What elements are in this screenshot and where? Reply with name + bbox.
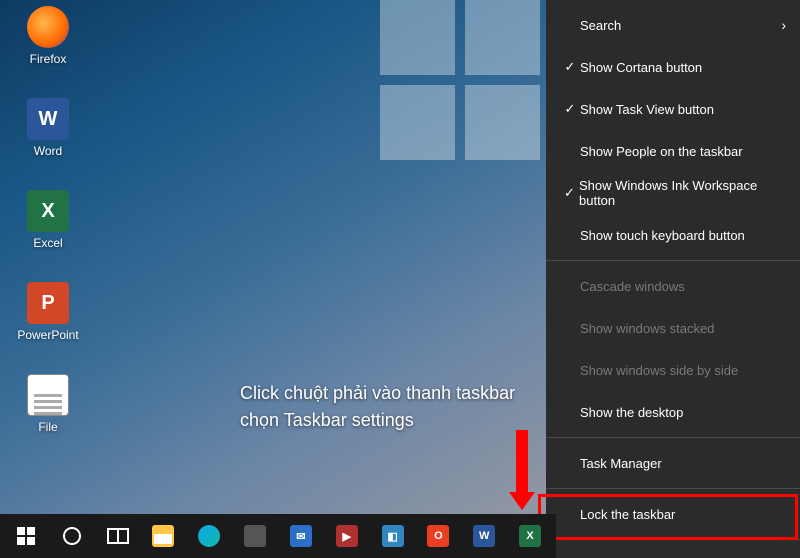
windows-icon xyxy=(14,524,38,548)
desktop-icon-label: File xyxy=(38,420,57,434)
taskbar-context-menu: Search › ✓ Show Cortana button ✓ Show Ta… xyxy=(546,0,800,558)
movies-icon: ▶ xyxy=(336,525,358,547)
instruction-text: Click chuột phải vào thanh taskbar chọn … xyxy=(240,380,515,434)
checkmark-icon: ✓ xyxy=(560,101,580,117)
menu-item-cortana[interactable]: ✓ Show Cortana button xyxy=(546,46,800,88)
desktop-icon-firefox[interactable]: Firefox xyxy=(14,6,82,66)
checkmark-icon: ✓ xyxy=(560,185,579,201)
desktop-icon-label: PowerPoint xyxy=(17,328,78,342)
checkmark-icon: ✓ xyxy=(560,59,580,75)
word-icon: W xyxy=(473,525,495,547)
menu-item-sidebyside: Show windows side by side xyxy=(546,349,800,391)
menu-label: Show Windows Ink Workspace button xyxy=(579,178,786,208)
menu-item-cascade: Cascade windows xyxy=(546,265,800,307)
file-icon xyxy=(27,374,69,416)
menu-label: Show touch keyboard button xyxy=(580,228,745,243)
taskbar-app-store[interactable] xyxy=(233,514,277,558)
instruction-line: Click chuột phải vào thanh taskbar xyxy=(240,380,515,407)
menu-item-touch[interactable]: Show touch keyboard button xyxy=(546,214,800,256)
menu-separator xyxy=(546,260,800,261)
taskbar-app-explorer[interactable] xyxy=(141,514,185,558)
desktop-icon-file[interactable]: File xyxy=(14,374,82,434)
menu-label: Show Task View button xyxy=(580,102,714,117)
desktop[interactable]: Firefox W Word X Excel P PowerPoint File… xyxy=(0,0,800,558)
windows-wallpaper-logo xyxy=(380,0,540,160)
menu-label: Show People on the taskbar xyxy=(580,144,743,159)
taskview-button[interactable] xyxy=(96,514,140,558)
store-icon xyxy=(244,525,266,547)
taskbar-app-movies[interactable]: ▶ xyxy=(325,514,369,558)
menu-separator xyxy=(546,488,800,489)
chevron-right-icon: › xyxy=(781,17,786,33)
taskbar-app-word[interactable]: W xyxy=(462,514,506,558)
menu-item-taskbar-settings[interactable]: ⚙ Taskbar settings xyxy=(546,544,800,558)
mail-icon: ✉ xyxy=(290,525,312,547)
desktop-icon-excel[interactable]: X Excel xyxy=(14,190,82,250)
menu-item-search[interactable]: Search › xyxy=(546,4,800,46)
word-icon: W xyxy=(27,98,69,140)
cortana-button[interactable] xyxy=(50,514,94,558)
desktop-icon-label: Firefox xyxy=(30,52,67,66)
menu-item-ink[interactable]: ✓ Show Windows Ink Workspace button xyxy=(546,172,800,214)
menu-label: Show windows stacked xyxy=(580,321,714,336)
menu-item-lock[interactable]: Lock the taskbar xyxy=(546,493,800,535)
menu-item-stacked: Show windows stacked xyxy=(546,307,800,349)
taskview-icon xyxy=(106,524,130,548)
menu-label: Search xyxy=(580,18,621,33)
menu-separator xyxy=(546,539,800,540)
menu-label: Show Cortana button xyxy=(580,60,702,75)
taskbar-app-mail[interactable]: ✉ xyxy=(279,514,323,558)
edge-icon xyxy=(198,525,220,547)
desktop-icon-label: Word xyxy=(34,144,62,158)
excel-icon: X xyxy=(519,525,541,547)
taskbar-app-edge[interactable] xyxy=(187,514,231,558)
menu-item-people[interactable]: Show People on the taskbar xyxy=(546,130,800,172)
menu-label: Cascade windows xyxy=(580,279,685,294)
menu-separator xyxy=(546,437,800,438)
menu-label: Show windows side by side xyxy=(580,363,738,378)
taskbar[interactable]: ✉ ▶ ◧ O W X xyxy=(0,514,556,558)
desktop-icon-label: Excel xyxy=(33,236,62,250)
photos-icon: ◧ xyxy=(382,525,404,547)
powerpoint-icon: P xyxy=(27,282,69,324)
file-explorer-icon xyxy=(152,525,174,547)
menu-label: Show the desktop xyxy=(580,405,683,420)
menu-item-taskview[interactable]: ✓ Show Task View button xyxy=(546,88,800,130)
cortana-icon xyxy=(60,524,84,548)
desktop-icons-column: Firefox W Word X Excel P PowerPoint File xyxy=(14,6,82,434)
menu-item-showdesktop[interactable]: Show the desktop xyxy=(546,391,800,433)
firefox-icon xyxy=(27,6,69,48)
annotation-arrow-icon xyxy=(516,430,535,510)
menu-item-taskmanager[interactable]: Task Manager xyxy=(546,442,800,484)
start-button[interactable] xyxy=(4,514,48,558)
menu-label: Task Manager xyxy=(580,456,662,471)
desktop-icon-word[interactable]: W Word xyxy=(14,98,82,158)
instruction-line: chọn Taskbar settings xyxy=(240,407,515,434)
desktop-icon-powerpoint[interactable]: P PowerPoint xyxy=(14,282,82,342)
menu-label: Lock the taskbar xyxy=(580,507,675,522)
taskbar-app-office[interactable]: O xyxy=(416,514,460,558)
office-icon: O xyxy=(427,525,449,547)
taskbar-app-excel[interactable]: X xyxy=(508,514,552,558)
excel-icon: X xyxy=(27,190,69,232)
taskbar-app-photos[interactable]: ◧ xyxy=(371,514,415,558)
